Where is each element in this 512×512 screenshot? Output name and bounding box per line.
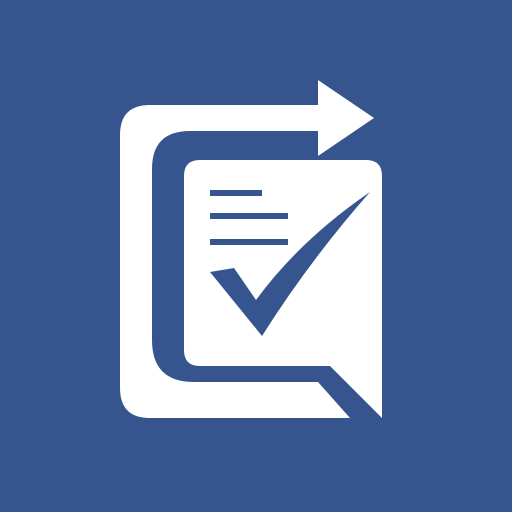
checklist-export-icon: [0, 0, 512, 512]
document-line-3: [210, 239, 288, 245]
document-line-1: [210, 190, 262, 196]
document-line-2: [210, 213, 288, 219]
app-icon: [0, 0, 512, 512]
